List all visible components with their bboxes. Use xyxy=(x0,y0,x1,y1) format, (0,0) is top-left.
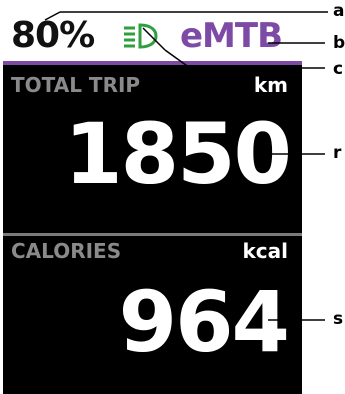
calories-unit: kcal xyxy=(242,239,288,263)
total-trip-label: TOTAL TRIP xyxy=(11,73,141,97)
callout-a: a xyxy=(333,1,345,21)
mode-divider xyxy=(3,61,302,65)
total-trip-value: 1850 xyxy=(64,105,292,203)
callout-b: b xyxy=(333,33,345,53)
status-bar: 80% eMTB xyxy=(3,11,302,61)
total-trip-unit: km xyxy=(253,73,288,97)
callout-c: c xyxy=(333,59,344,79)
calories-label: CALORIES xyxy=(11,239,122,263)
callout-s: s xyxy=(333,309,344,329)
calories-value: 964 xyxy=(118,273,290,371)
headlight-icon xyxy=(124,23,158,49)
battery-level: 80% xyxy=(11,15,95,56)
section-divider xyxy=(3,233,302,236)
display-figure: 80% eMTB TOTAL TRIP km 1850 CALORIES kca… xyxy=(0,0,345,394)
callout-r: r xyxy=(333,143,342,163)
bike-display-screen: 80% eMTB TOTAL TRIP km 1850 CALORIES kca… xyxy=(3,11,302,394)
riding-mode: eMTB xyxy=(180,16,283,56)
